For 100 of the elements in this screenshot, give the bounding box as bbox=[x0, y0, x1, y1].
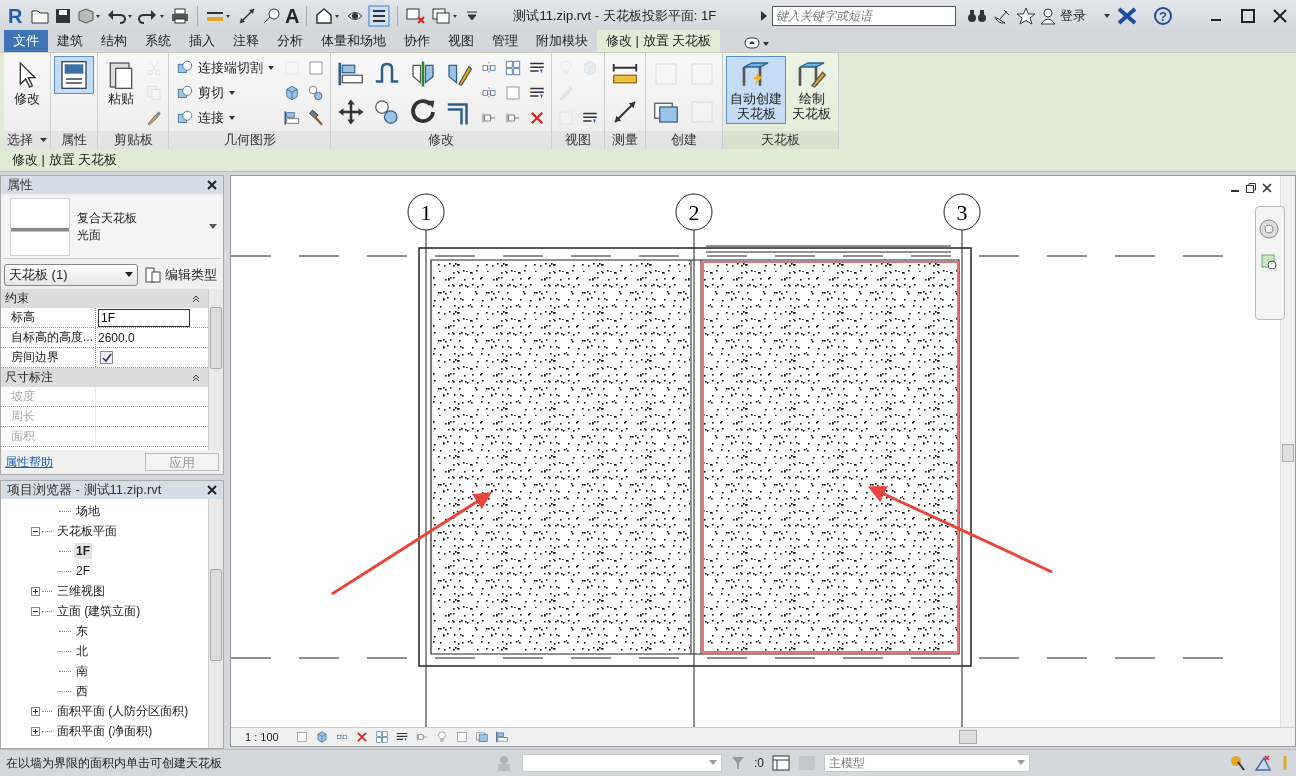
expand-icon[interactable] bbox=[31, 586, 40, 596]
ribbon-tab[interactable]: 修改 | 放置 天花板 bbox=[597, 30, 721, 52]
ribbon-button[interactable]: 连接 bbox=[172, 107, 279, 129]
scrollbar[interactable] bbox=[208, 289, 223, 450]
printer-icon[interactable] bbox=[170, 7, 190, 25]
user-icon[interactable] bbox=[1040, 7, 1057, 25]
ribbon-tab[interactable]: 结构 bbox=[92, 30, 136, 52]
expand-arrow-icon[interactable] bbox=[760, 11, 769, 21]
help-button[interactable]: ? bbox=[1154, 7, 1172, 25]
panel-title: 几何图形 bbox=[223, 131, 276, 149]
close-icon[interactable] bbox=[1272, 8, 1288, 24]
close-windows-icon[interactable] bbox=[405, 7, 428, 25]
ribbon-tab[interactable]: 附加模块 bbox=[527, 30, 597, 52]
tree-item[interactable]: 南 bbox=[74, 661, 90, 681]
scrollbar[interactable] bbox=[208, 499, 223, 748]
scale-label[interactable]: 1 : 100 bbox=[245, 731, 279, 743]
tree-item[interactable]: 场地 bbox=[74, 501, 102, 521]
ribbon-tab[interactable]: 分析 bbox=[268, 30, 312, 52]
caret-icon[interactable] bbox=[38, 136, 48, 144]
expand-icon[interactable] bbox=[31, 726, 40, 736]
scrollbar[interactable] bbox=[1280, 176, 1295, 728]
tree-item[interactable]: 面积平面 (人防分区面积) bbox=[55, 701, 191, 721]
collapse-icon[interactable] bbox=[192, 294, 200, 303]
drawing-canvas[interactable]: 1 2 3 1 : 100 bbox=[230, 175, 1296, 747]
folder-icon[interactable] bbox=[30, 7, 50, 25]
save-icon[interactable] bbox=[54, 7, 72, 25]
maximize-icon[interactable] bbox=[1240, 8, 1256, 24]
table-icon[interactable] bbox=[772, 755, 790, 771]
ribbon-tab[interactable]: 管理 bbox=[483, 30, 527, 52]
search-field[interactable]: 键入关键字或短语 bbox=[772, 6, 957, 26]
ceiling-area[interactable] bbox=[433, 262, 690, 652]
redo-icon[interactable] bbox=[138, 7, 166, 25]
close-icon[interactable] bbox=[1261, 182, 1273, 194]
type-name: 复合天花板 bbox=[77, 210, 137, 227]
tree-item[interactable]: 立面 (建筑立面) bbox=[55, 601, 143, 621]
ribbon-tab[interactable]: 插入 bbox=[180, 30, 224, 52]
app-logo[interactable]: R bbox=[8, 4, 26, 28]
wall-drawing[interactable] bbox=[418, 245, 972, 667]
ribbon-tab[interactable]: 视图 bbox=[439, 30, 483, 52]
property-label: 周长 bbox=[1, 407, 96, 426]
property-value[interactable]: 2600.0 bbox=[98, 330, 135, 345]
ribbon-tab[interactable]: 建筑 bbox=[48, 30, 92, 52]
model-dropdown[interactable]: 主模型 bbox=[824, 754, 1030, 772]
collapse-icon[interactable] bbox=[31, 606, 40, 616]
restore-icon[interactable] bbox=[1245, 182, 1257, 194]
ribbon-button[interactable]: 连接端切割 bbox=[172, 57, 279, 79]
group-header[interactable]: 约束 bbox=[1, 289, 208, 308]
grid-bubble[interactable]: 2 bbox=[675, 193, 713, 231]
instance-dropdown[interactable]: 天花板 (1) bbox=[4, 264, 138, 286]
select-elements-icon[interactable] bbox=[1254, 754, 1272, 772]
window-title: 测试11.zip.rvt - 天花板投影平面: 1F bbox=[513, 7, 717, 25]
level-field[interactable]: 1F bbox=[98, 308, 190, 327]
tree-item[interactable]: 2F bbox=[74, 563, 92, 579]
property-label: 自标高的高度... bbox=[1, 328, 96, 347]
tree-item[interactable]: 三维视图 bbox=[55, 581, 107, 601]
login-link[interactable]: 登录 bbox=[1060, 7, 1087, 25]
select-links-icon[interactable] bbox=[1228, 754, 1246, 772]
ribbon-tab[interactable]: 注释 bbox=[224, 30, 268, 52]
grid-bubble[interactable]: 3 bbox=[943, 193, 981, 231]
cube-icon bbox=[314, 730, 329, 744]
tree-item[interactable]: 东 bbox=[74, 621, 90, 641]
dimension-icon[interactable] bbox=[237, 7, 257, 25]
tree-item[interactable]: 面积平面 (净面积) bbox=[55, 721, 155, 741]
type-selector[interactable]: 复合天花板 光面 bbox=[3, 196, 221, 259]
properties-help-link[interactable]: 属性帮助 bbox=[5, 453, 53, 471]
ribbon-button[interactable]: 绘制 天花板 bbox=[788, 56, 835, 124]
ribbon-button[interactable]: 修改 bbox=[7, 56, 47, 109]
checkbox[interactable] bbox=[100, 351, 113, 364]
star-icon[interactable] bbox=[1016, 7, 1037, 25]
ribbon-button[interactable]: 剪切 bbox=[172, 82, 279, 104]
tool-icon bbox=[294, 730, 309, 744]
ribbon-button[interactable]: 粘贴 bbox=[101, 56, 141, 109]
text-tool-icon[interactable]: A bbox=[285, 4, 300, 28]
tree-item[interactable]: 天花板平面 bbox=[55, 521, 119, 541]
close-icon[interactable] bbox=[207, 180, 217, 190]
list-icon[interactable] bbox=[368, 5, 391, 27]
tree-item[interactable]: 北 bbox=[74, 641, 90, 661]
tree-item[interactable]: 1F bbox=[74, 543, 92, 559]
collapse-icon[interactable] bbox=[31, 526, 40, 536]
ribbon-toggle-icon[interactable] bbox=[744, 36, 771, 50]
ribbon-button[interactable]: 自动创建 天花板 bbox=[726, 56, 786, 124]
close-icon[interactable] bbox=[207, 485, 217, 495]
cube-icon[interactable] bbox=[76, 7, 102, 25]
application-menu-tab[interactable]: 文件 bbox=[4, 30, 48, 52]
edit-type-button[interactable]: 编辑类型 bbox=[142, 264, 220, 286]
properties-icon bbox=[58, 59, 90, 91]
ribbon-button[interactable] bbox=[54, 56, 94, 94]
panel-title: 剪贴板 bbox=[113, 131, 153, 149]
caret-icon bbox=[1017, 760, 1025, 766]
binoculars-icon[interactable] bbox=[966, 7, 989, 25]
collapse-icon[interactable] bbox=[192, 373, 200, 382]
expand-icon[interactable] bbox=[31, 706, 40, 716]
ribbon-tab[interactable]: 协作 bbox=[395, 30, 439, 52]
ribbon-tab[interactable]: 系统 bbox=[136, 30, 180, 52]
ceiling-area[interactable] bbox=[702, 261, 959, 653]
tree-item[interactable]: 西 bbox=[74, 681, 90, 701]
grid-bubble[interactable]: 1 bbox=[407, 193, 445, 231]
group-header[interactable]: 尺寸标注 bbox=[1, 368, 208, 387]
exchange-icon[interactable] bbox=[1116, 6, 1138, 26]
ribbon-tab[interactable]: 体量和场地 bbox=[312, 30, 395, 52]
